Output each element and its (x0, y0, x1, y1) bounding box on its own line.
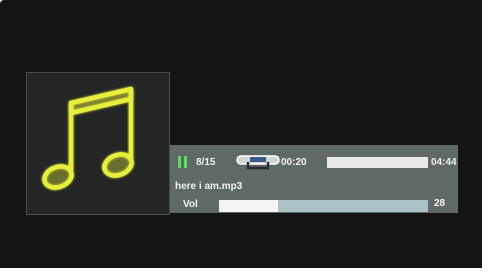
album-art (26, 72, 170, 215)
track-filename: here i am.mp3 (175, 181, 243, 192)
screen-edge (0, 268, 488, 273)
track-index: 8/15 (196, 157, 216, 168)
pause-icon[interactable] (178, 156, 188, 168)
seek-bar[interactable] (327, 157, 428, 168)
volume-label: Vol (183, 199, 198, 210)
media-player-screen: 8/15 00:20 04:44 here i am.mp3 Vol 28 (0, 0, 488, 273)
volume-value: 28 (434, 198, 446, 209)
screen-edge (482, 0, 488, 273)
volume-slider[interactable] (219, 200, 428, 212)
elapsed-time: 00:20 (281, 157, 307, 168)
volume-slider-fill (219, 200, 278, 212)
repeat-icon[interactable] (236, 153, 280, 171)
total-duration: 04:44 (431, 157, 457, 168)
music-note-icon (42, 86, 134, 190)
